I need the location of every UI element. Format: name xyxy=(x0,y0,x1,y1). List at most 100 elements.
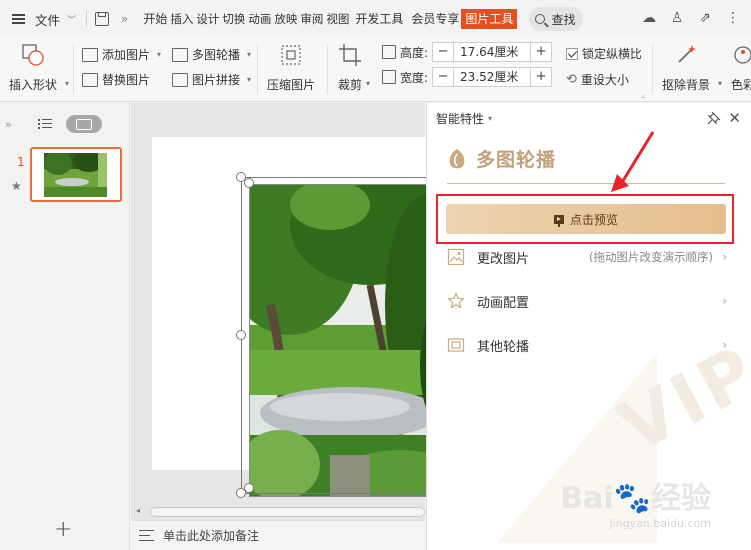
width-stepper[interactable]: − 23.52厘米 + xyxy=(432,67,553,87)
slide[interactable] xyxy=(152,137,451,498)
preview-button-label: 点击预览 xyxy=(569,212,618,227)
chevron-down-icon: ▾ xyxy=(366,79,371,88)
height-input[interactable]: 17.64厘米 xyxy=(453,43,532,61)
chevron-right-icon: › xyxy=(722,338,727,352)
pane-header[interactable]: 智能特性 ▾ xyxy=(427,103,751,133)
menu-bar: 文件 ﹀ » 开始 插入 设计 切换 动画 放映 审阅 视图 开发工具 会员专享… xyxy=(0,0,751,38)
divider xyxy=(652,44,653,94)
tab-review[interactable]: 审阅 xyxy=(299,0,324,38)
slide-thumbnail[interactable] xyxy=(30,147,122,202)
crop-icon xyxy=(337,42,363,68)
color-button[interactable]: 色彩 xyxy=(730,42,751,93)
tab-design[interactable]: 设计 xyxy=(195,0,220,38)
resize-handle[interactable] xyxy=(236,330,246,340)
chevron-down-icon: ﹀ xyxy=(67,15,77,26)
carousel-logo-icon xyxy=(447,148,467,170)
resize-handle[interactable] xyxy=(244,483,254,493)
horizontal-scrollbar[interactable]: ◂ xyxy=(136,506,425,518)
scroll-track[interactable] xyxy=(150,507,425,517)
crop-label: 裁剪 xyxy=(337,78,362,92)
decrement-button[interactable]: − xyxy=(433,43,453,61)
chevron-down-icon: ▾ xyxy=(247,75,252,84)
other-carousels-option[interactable]: 其他轮播 › xyxy=(447,334,727,356)
tab-home[interactable]: 开始 xyxy=(142,0,168,38)
image-collage-label: 图片拼接 xyxy=(192,73,241,87)
slide-number: 1 xyxy=(17,155,25,169)
shape-icon xyxy=(20,42,46,68)
tab-insert[interactable]: 插入 xyxy=(169,0,194,38)
divider xyxy=(327,44,328,94)
window-icons: ☁ ♙ ⇗ ⋮ xyxy=(641,10,741,26)
hamburger-icon xyxy=(12,14,25,24)
animation-config-label: 动画配置 xyxy=(477,295,530,311)
increment-button[interactable]: + xyxy=(531,43,551,61)
tab-picture-tools[interactable]: 图片工具 xyxy=(461,9,518,29)
replace-image-icon xyxy=(82,72,98,87)
width-input[interactable]: 23.52厘米 xyxy=(453,68,532,86)
lock-ratio-label: 锁定纵横比 xyxy=(582,47,643,61)
cloud-icon[interactable]: ☁ xyxy=(641,10,657,26)
notes-bar[interactable]: 单击此处添加备注 xyxy=(131,520,425,550)
height-stepper[interactable]: − 17.64厘米 + xyxy=(432,42,553,62)
chevron-down-icon: ▾ xyxy=(157,50,162,59)
pane-title: 多图轮播 xyxy=(447,145,556,172)
reset-size-button[interactable]: ⟲ 重设大小 xyxy=(566,71,629,88)
change-images-option[interactable]: 更改图片 (拖动图片改变演示顺序) › xyxy=(447,246,727,268)
height-label: 高度: xyxy=(400,45,429,60)
height-icon xyxy=(382,45,396,59)
baidu-watermark: Bai🐾经验 jingyan.baidu.com xyxy=(560,473,711,530)
replace-image-button[interactable]: 替换图片 xyxy=(82,71,150,88)
expand-panel-icon[interactable]: » xyxy=(5,118,12,131)
play-icon xyxy=(553,214,564,227)
file-menu[interactable]: 文件 ﹀ xyxy=(0,0,76,38)
more-icon[interactable]: ⋮ xyxy=(725,10,741,26)
compress-image-button[interactable]: 压缩图片 xyxy=(267,42,315,93)
resize-handle[interactable] xyxy=(244,178,254,188)
lock-ratio-checkbox[interactable]: 锁定纵横比 xyxy=(566,45,642,62)
image-icon xyxy=(447,248,465,266)
more-arrows-icon[interactable]: » xyxy=(121,12,128,26)
save-icon[interactable] xyxy=(95,12,110,26)
change-images-hint: (拖动图片改变演示顺序) xyxy=(589,250,713,264)
share-icon[interactable]: ⇗ xyxy=(697,10,713,26)
image-icon xyxy=(82,47,98,62)
image-collage-button[interactable]: 图片拼接 ▾ xyxy=(172,71,251,88)
tab-animations[interactable]: 动画 xyxy=(247,0,272,38)
watermark-logo: Bai🐾经验 xyxy=(560,481,711,516)
animation-config-option[interactable]: 动画配置 › xyxy=(447,290,727,312)
add-slide-button[interactable]: + xyxy=(54,517,72,542)
pin-icon[interactable] xyxy=(707,111,721,125)
notes-icon xyxy=(139,529,154,542)
tab-view[interactable]: 视图 xyxy=(325,0,350,38)
tab-slideshow[interactable]: 放映 xyxy=(273,0,298,38)
outline-view-icon[interactable] xyxy=(37,118,52,130)
carousel-icon xyxy=(172,47,188,62)
tab-member[interactable]: 会员专享 xyxy=(410,0,460,38)
decrement-button[interactable]: − xyxy=(433,68,453,86)
crop-button[interactable]: 裁剪 xyxy=(337,42,363,93)
slide-thumbnail-panel: » 1 ★ + xyxy=(0,103,130,550)
tab-transitions[interactable]: 切换 xyxy=(221,0,246,38)
insert-shape-button[interactable]: 插入形状 xyxy=(9,42,57,93)
checkbox-icon xyxy=(566,47,578,60)
increment-button[interactable]: + xyxy=(531,68,551,86)
search-button[interactable]: 查找 xyxy=(529,7,584,31)
insert-shape-label: 插入形状 xyxy=(9,78,58,92)
preview-button[interactable]: 点击预览 xyxy=(446,204,726,234)
dialog-launcher-icon[interactable]: ⌟ xyxy=(641,90,645,99)
add-image-button[interactable]: 添加图片 ▾ xyxy=(82,46,161,63)
slide-picture[interactable] xyxy=(249,184,447,497)
slide-view-icon xyxy=(75,118,92,130)
multi-carousel-button[interactable]: 多图轮播 ▾ xyxy=(172,46,251,63)
color-icon xyxy=(730,42,751,68)
magic-wand-icon xyxy=(673,42,699,68)
chevron-down-icon: ▾ xyxy=(718,79,723,88)
user-add-icon[interactable]: ♙ xyxy=(669,10,685,26)
thumbnail-view-toggle[interactable] xyxy=(65,115,102,133)
scroll-left-icon[interactable]: ◂ xyxy=(136,506,140,515)
file-menu-label: 文件 xyxy=(35,12,61,28)
watermark-url: jingyan.baidu.com xyxy=(609,517,711,530)
close-icon[interactable]: ✕ xyxy=(728,109,741,127)
tab-developer[interactable]: 开发工具 xyxy=(354,0,404,38)
remove-background-button[interactable]: 抠除背景 xyxy=(662,42,710,93)
